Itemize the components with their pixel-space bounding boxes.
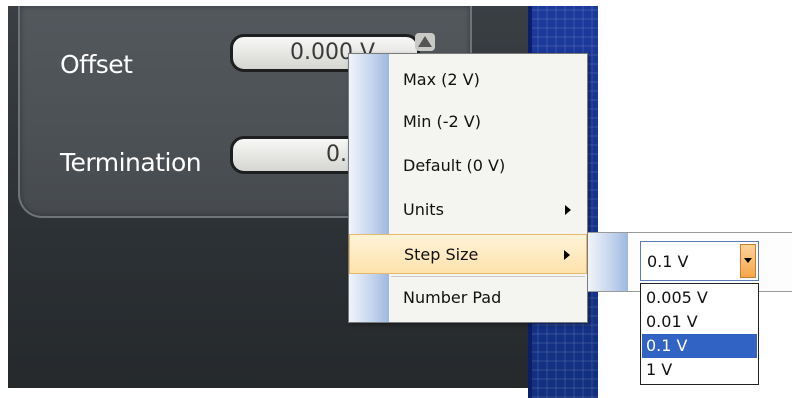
step-option-01[interactable]: 0.1 V — [642, 334, 757, 358]
step-size-options-list: 0.005 V 0.01 V 0.1 V 1 V — [640, 283, 759, 385]
dropdown-button[interactable] — [740, 244, 756, 278]
menu-item-label: Step Size — [404, 245, 479, 264]
menu-item-step-size[interactable]: Step Size — [349, 234, 587, 274]
step-size-select[interactable]: 0.1 V — [640, 241, 759, 281]
step-size-selected-value: 0.1 V — [647, 252, 689, 271]
step-option-1[interactable]: 1 V — [642, 358, 757, 382]
offset-label: Offset — [60, 50, 133, 79]
menu-item-default[interactable]: Default (0 V) — [349, 146, 587, 186]
termination-label: Termination — [60, 148, 202, 177]
menu-item-label: Units — [403, 200, 444, 219]
context-menu: Max (2 V) Min (-2 V) Default (0 V) Units… — [348, 53, 588, 323]
menu-item-label: Default (0 V) — [403, 156, 506, 175]
chevron-down-icon — [744, 258, 752, 263]
menu-item-min[interactable]: Min (-2 V) — [349, 102, 587, 142]
spin-up-icon[interactable] — [415, 33, 435, 51]
menu-item-label: Max (2 V) — [403, 70, 480, 89]
menu-separator — [391, 276, 585, 277]
step-option-0005[interactable]: 0.005 V — [642, 286, 757, 310]
submenu-gutter — [588, 233, 628, 291]
step-option-001[interactable]: 0.01 V — [642, 310, 757, 334]
submenu-arrow-icon — [564, 250, 570, 260]
menu-item-units[interactable]: Units — [349, 190, 587, 230]
menu-item-label: Min (-2 V) — [403, 112, 481, 131]
menu-item-max[interactable]: Max (2 V) — [349, 60, 587, 100]
menu-item-number-pad[interactable]: Number Pad — [349, 278, 587, 318]
submenu-arrow-icon — [565, 205, 571, 215]
menu-item-label: Number Pad — [403, 288, 502, 307]
